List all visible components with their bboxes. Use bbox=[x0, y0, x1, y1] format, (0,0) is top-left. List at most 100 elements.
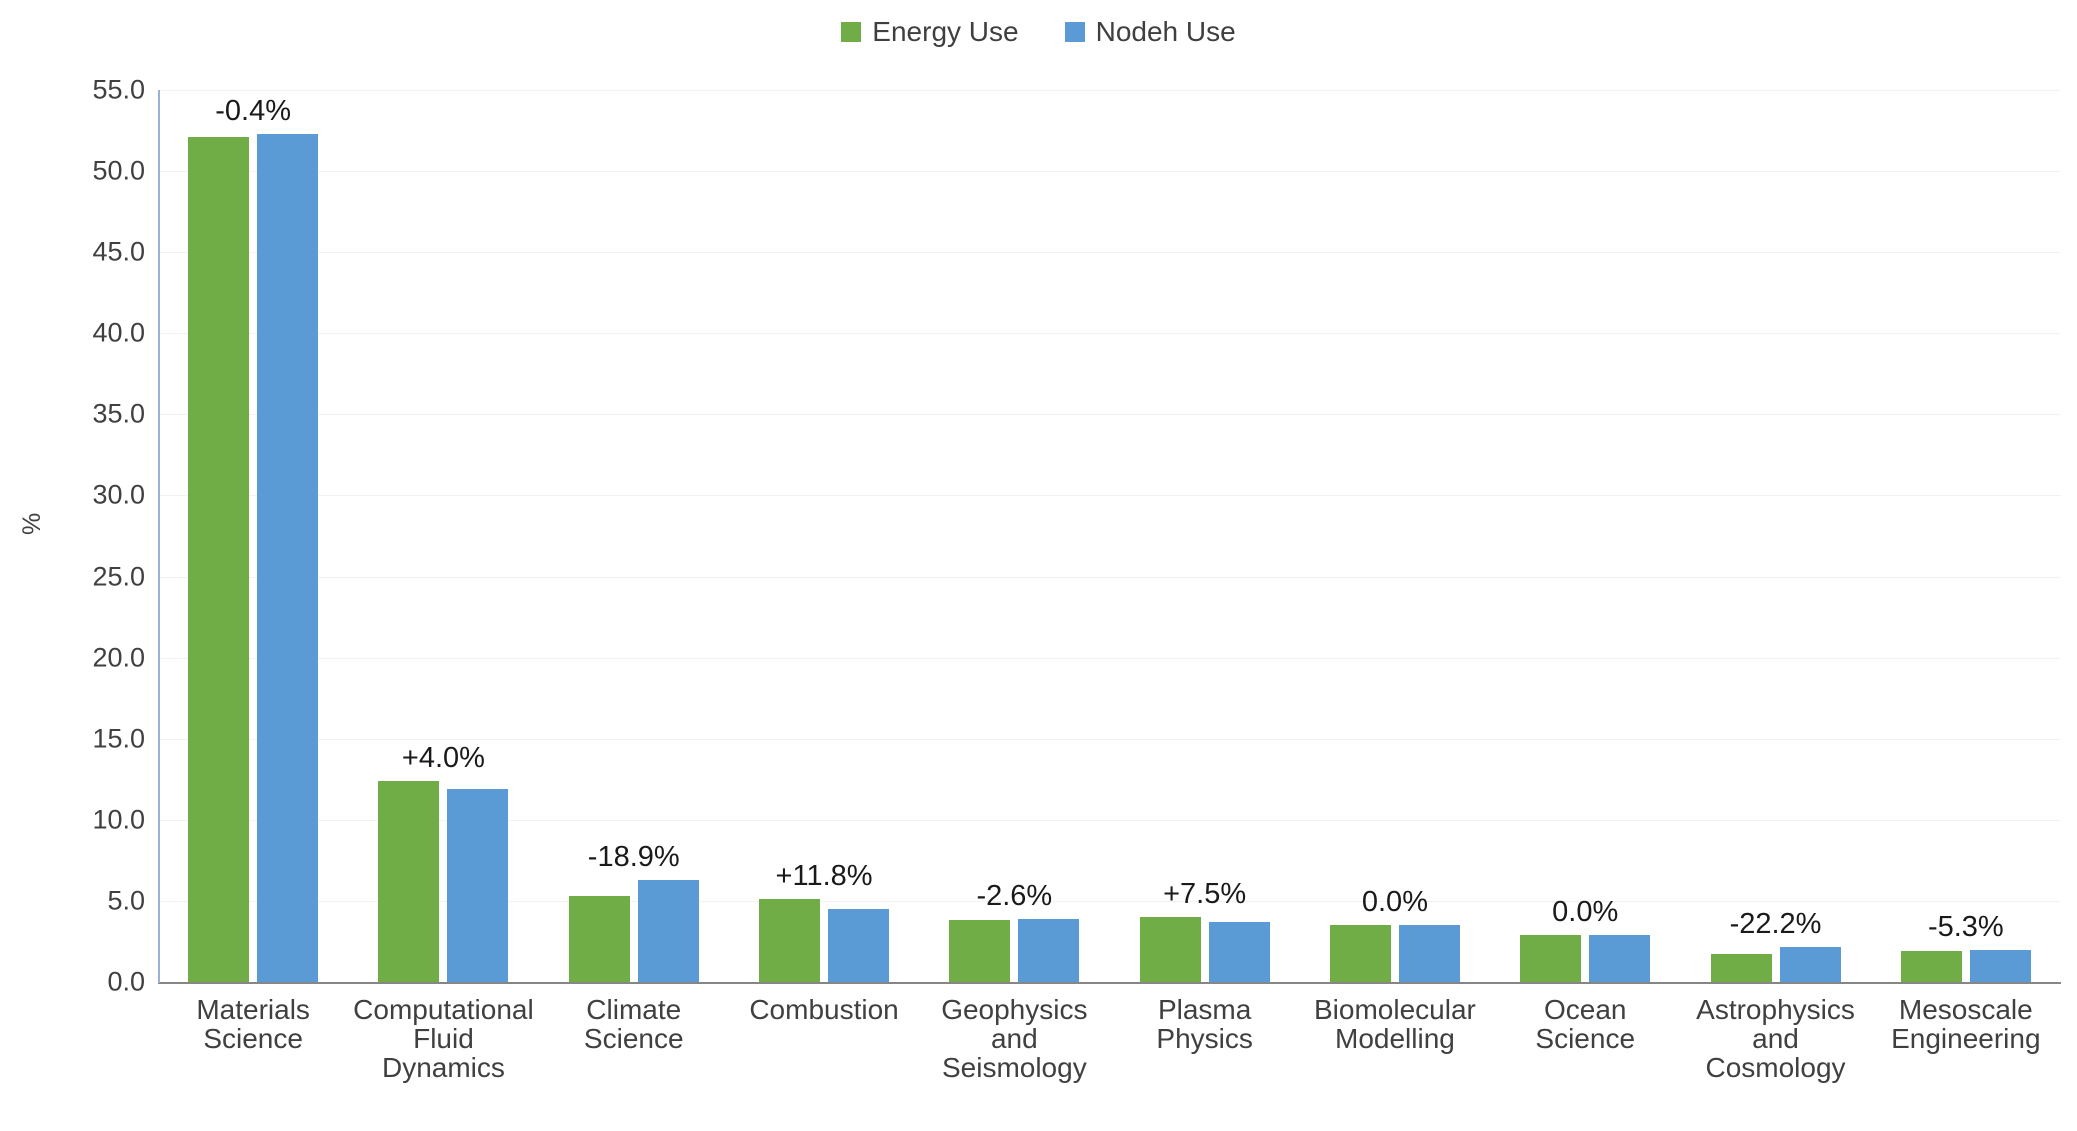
bar-nodeh-use[interactable] bbox=[1398, 925, 1460, 982]
x-axis-category-label: Plasma Physics bbox=[1109, 995, 1299, 1082]
x-axis-category-label-line: Seismology bbox=[941, 1052, 1087, 1084]
bar-group-annotation: +7.5% bbox=[1163, 878, 1247, 911]
y-axis-tick-label: 10.0 bbox=[92, 804, 145, 835]
legend-item-energy-use[interactable]: Energy Use bbox=[841, 16, 1019, 47]
bar-pair bbox=[158, 90, 348, 982]
bar-pair bbox=[1680, 90, 1870, 982]
x-axis-category-label-line: Science bbox=[583, 1023, 684, 1055]
bar-chart-figure: Energy Use Nodeh Use % 55.0 50.0 45.0 40.0 3… bbox=[0, 0, 2077, 1131]
x-axis-category-label-line: Geophysics bbox=[941, 994, 1088, 1025]
x-axis-category-label-line: Climate bbox=[586, 994, 682, 1025]
bar-pair bbox=[1300, 90, 1490, 982]
y-axis-tick-label: 20.0 bbox=[92, 642, 145, 673]
bar-group-annotation: +11.8% bbox=[775, 860, 873, 893]
bar-group: 0.0% bbox=[1300, 90, 1490, 982]
y-axis-tick-label: 55.0 bbox=[92, 74, 145, 105]
x-axis-category-label-line: Computational bbox=[353, 994, 534, 1025]
bar-energy-use[interactable] bbox=[1900, 951, 1962, 982]
bar-pair bbox=[919, 90, 1109, 982]
x-axis-category-label: Geophysics and Seismology bbox=[919, 995, 1109, 1082]
y-axis-tick-label: 45.0 bbox=[92, 236, 145, 267]
bar-nodeh-use[interactable] bbox=[257, 133, 319, 982]
bar-energy-use[interactable] bbox=[378, 780, 440, 982]
bar-group-annotation: 0.0% bbox=[1361, 886, 1428, 919]
y-axis-tick-label: 50.0 bbox=[92, 155, 145, 186]
bar-nodeh-use[interactable] bbox=[1969, 949, 2031, 982]
x-axis-category-label-line: and bbox=[990, 1023, 1038, 1055]
x-axis-category-label-line: Modelling bbox=[1335, 1023, 1455, 1055]
y-axis-tick-label: 15.0 bbox=[92, 723, 145, 754]
bar-group-annotation: -2.6% bbox=[976, 879, 1053, 912]
y-axis-title: % bbox=[18, 512, 46, 535]
x-axis-category-label-line: Science bbox=[203, 1023, 303, 1055]
bar-pair bbox=[1109, 90, 1299, 982]
x-axis-category-label-line: Combustion bbox=[749, 994, 899, 1025]
bar-group: -2.6% bbox=[919, 90, 1109, 982]
bar-energy-use[interactable] bbox=[1520, 934, 1582, 982]
bar-nodeh-use[interactable] bbox=[637, 879, 699, 982]
x-axis-category-label-line: Biomolecular bbox=[1314, 994, 1476, 1025]
legend-item-nodeh-use[interactable]: Nodeh Use bbox=[1064, 16, 1236, 47]
bar-energy-use[interactable] bbox=[568, 896, 630, 982]
x-axis-category-label-line: Fluid Dynamics bbox=[381, 1023, 505, 1084]
bar-energy-use[interactable] bbox=[1710, 953, 1772, 982]
x-axis-category-label-line: Plasma Physics bbox=[1156, 994, 1253, 1055]
bar-group: -5.3% bbox=[1871, 90, 2061, 982]
x-axis-category-label-line: Mesoscale bbox=[1898, 994, 2033, 1025]
y-axis-tick-label: 35.0 bbox=[92, 398, 145, 429]
bar-energy-use[interactable] bbox=[188, 137, 250, 982]
x-axis-category-label: Materials Science bbox=[158, 995, 348, 1082]
x-axis-category-labels: Materials Science Computational Fluid Dynam… bbox=[158, 995, 2061, 1082]
bar-group-annotation: -5.3% bbox=[1927, 910, 2004, 943]
x-axis-category-label-line: Ocean Science bbox=[1535, 994, 1636, 1055]
bar-pair bbox=[729, 90, 919, 982]
bar-pair bbox=[1871, 90, 2061, 982]
bar-group-annotation: -0.4% bbox=[215, 94, 292, 127]
x-axis-category-label-line: Astrophysics bbox=[1696, 994, 1855, 1025]
legend-label-energy-use: Energy Use bbox=[872, 16, 1019, 47]
x-axis-category-label: Climate Science bbox=[539, 995, 729, 1082]
bar-pair bbox=[348, 90, 538, 982]
bar-pair bbox=[1490, 90, 1680, 982]
bar-nodeh-use[interactable] bbox=[1208, 922, 1270, 982]
bar-nodeh-use[interactable] bbox=[1779, 947, 1841, 982]
bar-group-annotation: -22.2% bbox=[1729, 908, 1822, 941]
legend-swatch-energy-use bbox=[841, 22, 862, 42]
bar-energy-use[interactable] bbox=[1139, 917, 1201, 982]
y-axis-tick-label: 25.0 bbox=[92, 561, 145, 592]
chart-legend: Energy Use Nodeh Use bbox=[0, 14, 2077, 50]
bar-groups: -0.4% +4.0% -18.9% +11.8% -2.6% +7.5% 0.0% 0.0%… bbox=[158, 90, 2061, 982]
bar-group: -22.2% bbox=[1680, 90, 1870, 982]
bar-group-annotation: 0.0% bbox=[1552, 895, 1619, 928]
x-axis-category-label: Astrophysics and Cosmology bbox=[1680, 995, 1870, 1082]
bar-nodeh-use[interactable] bbox=[828, 909, 890, 982]
bar-energy-use[interactable] bbox=[949, 920, 1011, 982]
bar-group: -18.9% bbox=[539, 90, 729, 982]
bar-nodeh-use[interactable] bbox=[447, 789, 509, 982]
bar-group-annotation: +4.0% bbox=[401, 741, 485, 774]
bar-group: +7.5% bbox=[1109, 90, 1299, 982]
bar-group: +4.0% bbox=[348, 90, 538, 982]
bar-group: 0.0% bbox=[1490, 90, 1680, 982]
x-axis-category-label: Mesoscale Engineering bbox=[1871, 995, 2061, 1082]
bar-energy-use[interactable] bbox=[759, 899, 821, 982]
bar-group-annotation: -18.9% bbox=[587, 840, 680, 873]
legend-swatch-nodeh-use bbox=[1064, 22, 1085, 42]
bar-group: -0.4% bbox=[158, 90, 348, 982]
legend-label-nodeh-use: Nodeh Use bbox=[1095, 16, 1236, 47]
y-axis-tick-label: 30.0 bbox=[92, 479, 145, 510]
y-axis-tick-label: 5.0 bbox=[107, 885, 145, 916]
bar-nodeh-use[interactable] bbox=[1018, 918, 1080, 982]
x-axis-category-label-line: Engineering bbox=[1891, 1023, 2041, 1055]
x-axis-category-label-line: and Cosmology bbox=[1705, 1023, 1846, 1084]
x-axis-baseline bbox=[158, 982, 2061, 984]
bar-nodeh-use[interactable] bbox=[1589, 934, 1651, 982]
x-axis-category-label: Ocean Science bbox=[1490, 995, 1680, 1082]
y-axis-tick-label: 40.0 bbox=[92, 317, 145, 348]
x-axis-category-label: Combustion bbox=[729, 995, 919, 1082]
bar-group: +11.8% bbox=[729, 90, 919, 982]
y-axis-tick-label: 0.0 bbox=[107, 966, 145, 997]
x-axis-category-label: Biomolecular Modelling bbox=[1300, 995, 1490, 1082]
bar-energy-use[interactable] bbox=[1329, 925, 1391, 982]
x-axis-category-label-line: Materials bbox=[196, 994, 310, 1025]
